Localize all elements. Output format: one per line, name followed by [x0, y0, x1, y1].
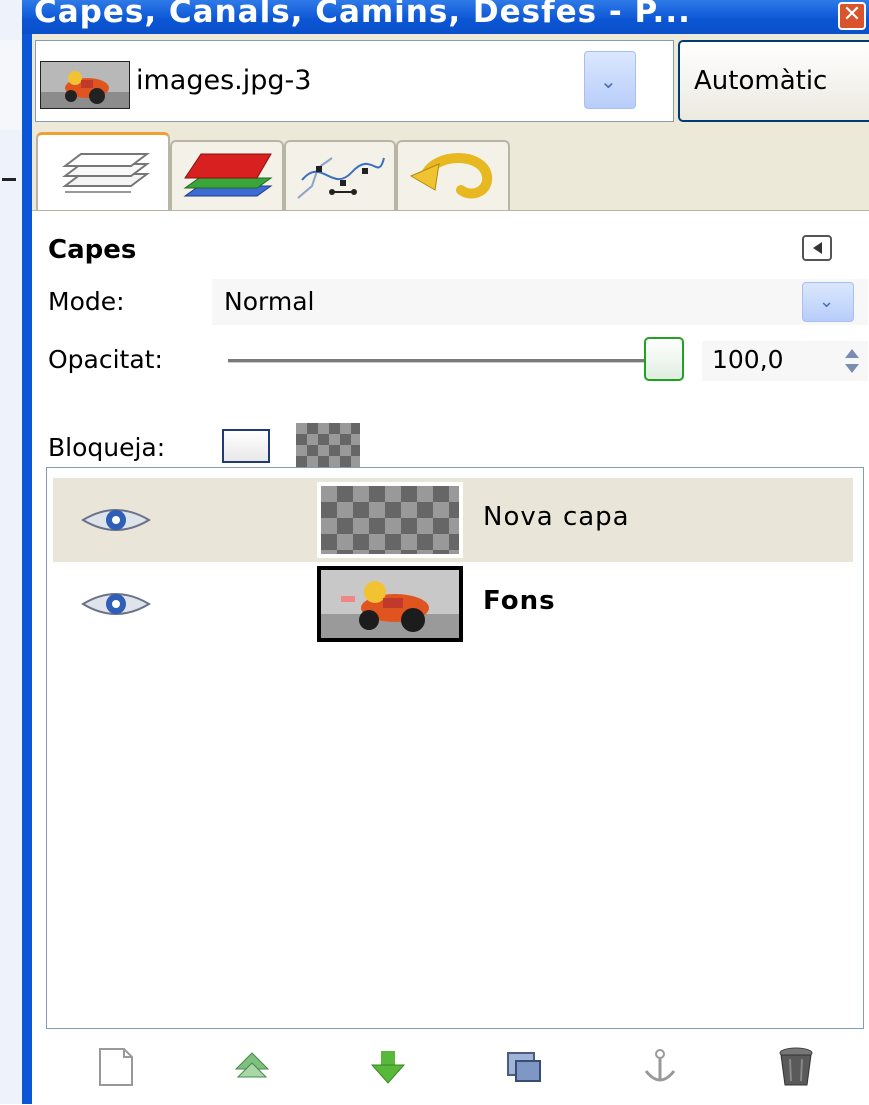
dock-client-area: images.jpg-3 ⌄ Automàtic Capes Mode: Nor…: [32, 34, 869, 1105]
eye-icon[interactable]: [79, 502, 153, 538]
panel-menu-button[interactable]: [802, 235, 832, 261]
layers-toolbar: [46, 1031, 864, 1103]
lock-pixels-checkbox[interactable]: [222, 429, 270, 463]
anchor-layer-button[interactable]: [630, 1037, 690, 1097]
auto-button-label: Automàtic: [694, 66, 828, 96]
tab-undo-history[interactable]: [396, 140, 510, 210]
lock-alpha-icon[interactable]: [296, 423, 360, 467]
dock-tabs: [32, 130, 869, 210]
anchor-icon: [644, 1049, 676, 1082]
window-title: Capes, Canals, Camins, Desfes - P...: [34, 0, 691, 30]
layer-thumbnail: [317, 482, 463, 558]
raise-layer-button[interactable]: [222, 1037, 282, 1097]
raise-layer-icon: [234, 1052, 270, 1078]
mode-select[interactable]: Normal ⌄: [212, 279, 868, 325]
tab-layers[interactable]: [36, 132, 170, 210]
mode-dropdown-button[interactable]: ⌄: [802, 282, 854, 322]
lower-layer-icon: [370, 1051, 406, 1084]
panel-title: Capes: [48, 235, 137, 265]
layer-row[interactable]: Nova capa: [53, 478, 853, 562]
new-layer-icon: [99, 1048, 133, 1086]
duplicate-layer-icon: [507, 1052, 541, 1082]
opacity-input[interactable]: 100,0: [702, 341, 868, 381]
image-thumbnail: [40, 61, 130, 109]
opacity-value: 100,0: [712, 345, 784, 374]
trash-icon: [779, 1047, 813, 1086]
spin-arrows-icon[interactable]: [842, 345, 862, 377]
close-button[interactable]: ✕: [838, 2, 866, 30]
layers-panel: Capes Mode: Normal ⌄ Opacitat: 100,0 Blo…: [32, 210, 869, 1105]
duplicate-layer-button[interactable]: [494, 1037, 554, 1097]
photo-thumbnail: [321, 570, 459, 638]
lower-layer-button[interactable]: [358, 1037, 418, 1097]
new-layer-button[interactable]: [86, 1037, 146, 1097]
opacity-slider-track[interactable]: [228, 359, 648, 363]
layers-icon: [62, 152, 150, 193]
background-highlight: [0, 40, 22, 130]
auto-button[interactable]: Automàtic: [678, 40, 869, 122]
dock-window: Capes, Canals, Camins, Desfes - P... ✕ i…: [22, 0, 869, 1105]
mode-value: Normal: [224, 287, 315, 316]
background-window-edge: [0, 0, 23, 1104]
chevron-down-icon: ⌄: [819, 291, 835, 312]
chevron-down-icon: ⌄: [600, 69, 617, 93]
tab-paths[interactable]: [284, 140, 396, 210]
undo-history-icon: [409, 153, 493, 199]
opacity-label: Opacitat:: [48, 345, 163, 374]
layer-row[interactable]: Fons: [53, 562, 853, 646]
paths-icon: [297, 157, 385, 199]
lock-label: Bloqueja:: [48, 433, 166, 462]
image-dropdown-button[interactable]: ⌄: [584, 51, 636, 109]
opacity-slider-handle[interactable]: [644, 337, 684, 381]
layers-list[interactable]: Nova capa Fons: [46, 467, 864, 1029]
image-selector[interactable]: images.jpg-3 ⌄: [35, 40, 674, 122]
layer-name: Fons: [483, 586, 556, 616]
tab-channels[interactable]: [170, 140, 284, 210]
channels-icon: [183, 153, 273, 197]
title-bar[interactable]: Capes, Canals, Camins, Desfes - P... ✕: [22, 0, 869, 34]
layer-name: Nova capa: [483, 502, 630, 532]
delete-layer-button[interactable]: [766, 1037, 826, 1097]
image-name: images.jpg-3: [136, 65, 312, 96]
layer-thumbnail: [317, 566, 463, 642]
mode-label: Mode:: [48, 287, 125, 316]
background-dash: [2, 178, 16, 181]
eye-icon[interactable]: [79, 586, 153, 622]
